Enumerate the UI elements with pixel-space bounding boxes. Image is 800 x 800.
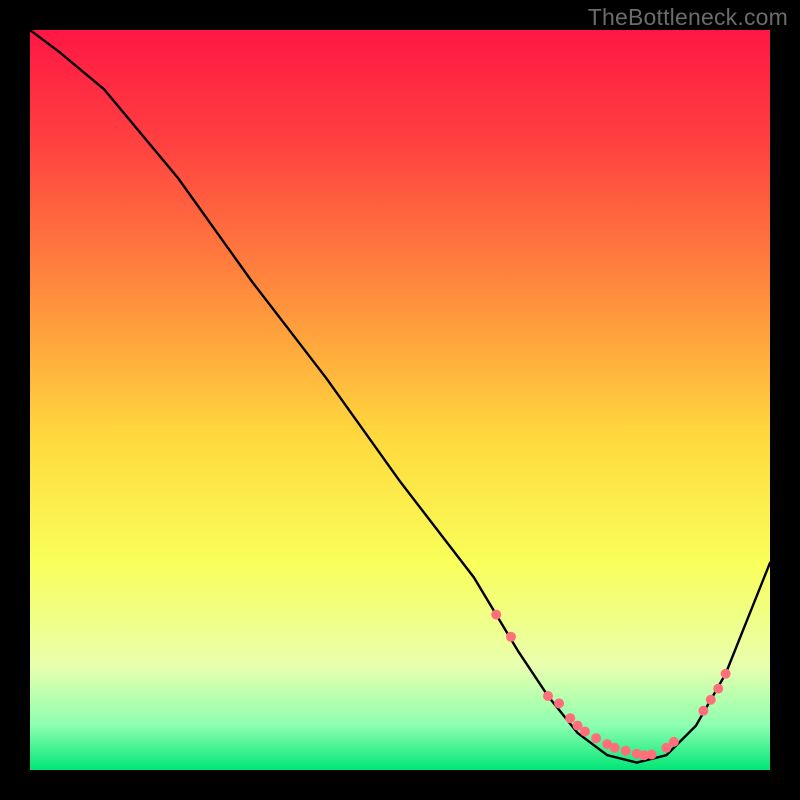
highlight-dot (543, 691, 553, 701)
highlight-dot (565, 713, 575, 723)
highlight-dot (721, 669, 731, 679)
highlight-dot (610, 743, 620, 753)
highlight-dot (591, 733, 601, 743)
highlight-dot (491, 610, 501, 620)
highlight-dot (706, 695, 716, 705)
highlight-dot (647, 750, 657, 760)
highlight-dot (554, 698, 564, 708)
highlight-dot (669, 737, 679, 747)
chart-svg (30, 30, 770, 770)
highlight-dot (621, 746, 631, 756)
highlight-dot (506, 632, 516, 642)
chart-frame: TheBottleneck.com (0, 0, 800, 800)
highlight-dot (713, 684, 723, 694)
highlight-dot (580, 727, 590, 737)
attribution-text: TheBottleneck.com (588, 4, 788, 31)
plot-area (30, 30, 770, 770)
highlight-dot (698, 706, 708, 716)
gradient-background (30, 30, 770, 770)
